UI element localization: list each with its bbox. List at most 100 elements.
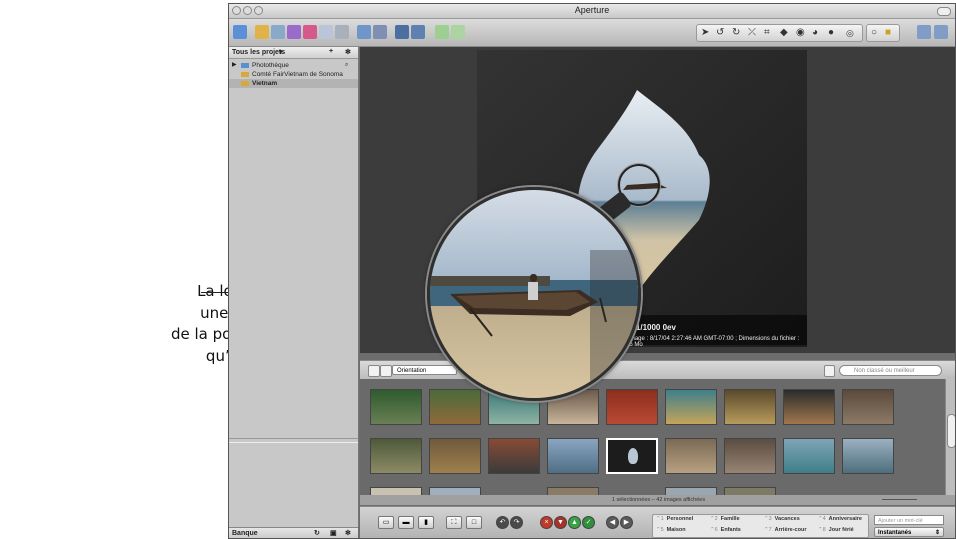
query-hud-button[interactable]: [824, 365, 835, 377]
add-keyword-input[interactable]: Ajouter un mot-clé: [874, 515, 944, 525]
fullscreen-button[interactable]: ⛶: [446, 516, 462, 529]
gear-icon[interactable]: ✻: [345, 529, 351, 537]
keyword-label: Vacances: [774, 516, 800, 522]
chevron-updown-icon: ⇕: [934, 530, 940, 536]
thumbnail[interactable]: [370, 389, 422, 425]
vault-label: Banque: [232, 530, 258, 537]
disclosure-triangle-icon[interactable]: ▶: [232, 61, 237, 70]
increase-rating-icon[interactable]: ▲: [568, 516, 581, 529]
keyword-button-7[interactable]: ⌃7 Arrière-cour: [764, 526, 806, 535]
loupe-toggle-button[interactable]: □: [466, 516, 482, 529]
select-icon[interactable]: ✓: [582, 516, 595, 529]
vault-add-icon[interactable]: ▣: [330, 529, 337, 537]
thumbnail-browser[interactable]: [360, 379, 955, 497]
primary-only-icon[interactable]: [411, 25, 425, 39]
project-icon: [241, 81, 249, 86]
keyword-button-8[interactable]: ⌃8 Jour férié: [818, 526, 854, 535]
file-info: e l'image : 8/17/04 2:27:46 AM GMT-07:00…: [621, 336, 800, 348]
thumbnail[interactable]: [724, 438, 776, 474]
thumbnail[interactable]: [783, 438, 835, 474]
next-image-icon[interactable]: ▶: [620, 516, 633, 529]
new-light-table-icon[interactable]: [319, 25, 333, 39]
import-icon[interactable]: [233, 25, 247, 39]
share-icon[interactable]: [451, 25, 465, 39]
keyword-label: Enfants: [720, 527, 741, 533]
keyword-label: Jour férié: [828, 527, 854, 533]
previous-image-icon[interactable]: ◀: [606, 516, 619, 529]
rotate-left-icon[interactable]: ↶: [496, 516, 509, 529]
select-icon[interactable]: ➤: [701, 28, 709, 38]
new-web-gallery-icon[interactable]: [335, 25, 349, 39]
thumbnail[interactable]: [429, 389, 481, 425]
thumbnail[interactable]: [606, 389, 658, 425]
fullscreen-icon[interactable]: ■: [885, 28, 891, 38]
sidebar-item-library[interactable]: ▶ Photothèque ⌕: [229, 61, 358, 70]
keyword-button-3[interactable]: ⌃3 Vacances: [764, 515, 800, 524]
email-icon[interactable]: [435, 25, 449, 39]
thumbnail[interactable]: [488, 438, 540, 474]
thumbnail[interactable]: [842, 438, 894, 474]
keyword-shortcut: ⌃7: [764, 527, 772, 533]
layout-rotate-icon[interactable]: [934, 25, 948, 39]
rotate-left-icon[interactable]: ↺: [716, 28, 724, 38]
keyword-button-6[interactable]: ⌃6 Enfants: [710, 526, 741, 535]
thumbnail-scrollbar[interactable]: [945, 379, 955, 497]
thumbnail[interactable]: [665, 389, 717, 425]
spot-patch-icon[interactable]: ◉: [796, 28, 805, 38]
add-project-button[interactable]: +: [329, 48, 333, 55]
new-smart-album-icon[interactable]: [287, 25, 301, 39]
rating-filter[interactable]: Non classé ou meilleur: [839, 365, 942, 376]
sidebar-item-vietnam[interactable]: Vietnam: [229, 79, 358, 88]
thumbnail[interactable]: [370, 438, 422, 474]
chevron-down-icon[interactable]: ▾: [279, 48, 283, 56]
straighten-icon[interactable]: ⤫: [748, 28, 756, 38]
search-icon[interactable]: ⌕: [345, 61, 348, 70]
show-viewer-button[interactable]: ▭: [378, 516, 394, 529]
new-album-icon[interactable]: [271, 25, 285, 39]
thumbnail[interactable]: [842, 389, 894, 425]
scroll-thumb[interactable]: [947, 414, 955, 448]
unstack-icon[interactable]: [373, 25, 387, 39]
list-view-button[interactable]: [380, 365, 392, 377]
keyword-button-4[interactable]: ⌃4 Anniversaire: [818, 515, 862, 524]
decrease-rating-icon[interactable]: ▼: [554, 516, 567, 529]
grid-view-button[interactable]: [368, 365, 380, 377]
keyword-button-1[interactable]: ⌃1 Personnel: [656, 515, 693, 524]
gear-icon[interactable]: ✻: [345, 48, 351, 56]
stamp-icon[interactable]: ●: [828, 28, 834, 38]
new-book-icon[interactable]: [303, 25, 317, 39]
compare-icon[interactable]: [395, 25, 409, 39]
keyword-button-5[interactable]: ⌃5 Maison: [656, 526, 686, 535]
loupe-icon[interactable]: ◎: [846, 28, 854, 38]
thumbnail-size-slider[interactable]: [882, 499, 917, 500]
thumbnail[interactable]: [547, 438, 599, 474]
lift-icon[interactable]: ◕: [812, 28, 818, 38]
thumbnail[interactable]: [724, 389, 776, 425]
toolbar-toggle-button[interactable]: [937, 7, 951, 16]
thumbnail[interactable]: [783, 389, 835, 425]
new-project-icon[interactable]: [255, 25, 269, 39]
keyword-label: Maison: [666, 527, 686, 533]
vault-footer: Banque ↻ ▣ ✻: [229, 527, 358, 538]
thumbnail[interactable]: [665, 438, 717, 474]
stack-icon[interactable]: [357, 25, 371, 39]
thumbnail[interactable]: [429, 438, 481, 474]
rotate-right-icon[interactable]: ↷: [510, 516, 523, 529]
reject-icon[interactable]: ×: [540, 516, 553, 529]
projects-popup[interactable]: Tous les projets: [232, 49, 285, 56]
layout-swap-icon[interactable]: [917, 25, 931, 39]
crop-icon[interactable]: ⌗: [764, 28, 770, 38]
keyword-button-2[interactable]: ⌃2 Famille: [710, 515, 740, 524]
rotate-right-icon[interactable]: ↻: [732, 28, 740, 38]
loupe-magnifier[interactable]: [427, 187, 641, 401]
refresh-icon[interactable]: ↻: [314, 529, 320, 537]
keyword-preset-select[interactable]: Instantanés ⇕: [874, 527, 944, 537]
loupe-tool-icon[interactable]: ○: [871, 28, 877, 38]
thumbnail-selected[interactable]: [606, 438, 658, 474]
show-browser-button[interactable]: ▬: [398, 516, 414, 529]
sort-select[interactable]: Orientation: [392, 365, 457, 375]
panel-splitter[interactable]: [229, 438, 358, 443]
sidebar-item-sonoma[interactable]: Comté FairVietnam de Sonoma: [229, 70, 358, 79]
split-view-button[interactable]: ▮: [418, 516, 434, 529]
redeye-icon[interactable]: ◆: [780, 28, 788, 38]
